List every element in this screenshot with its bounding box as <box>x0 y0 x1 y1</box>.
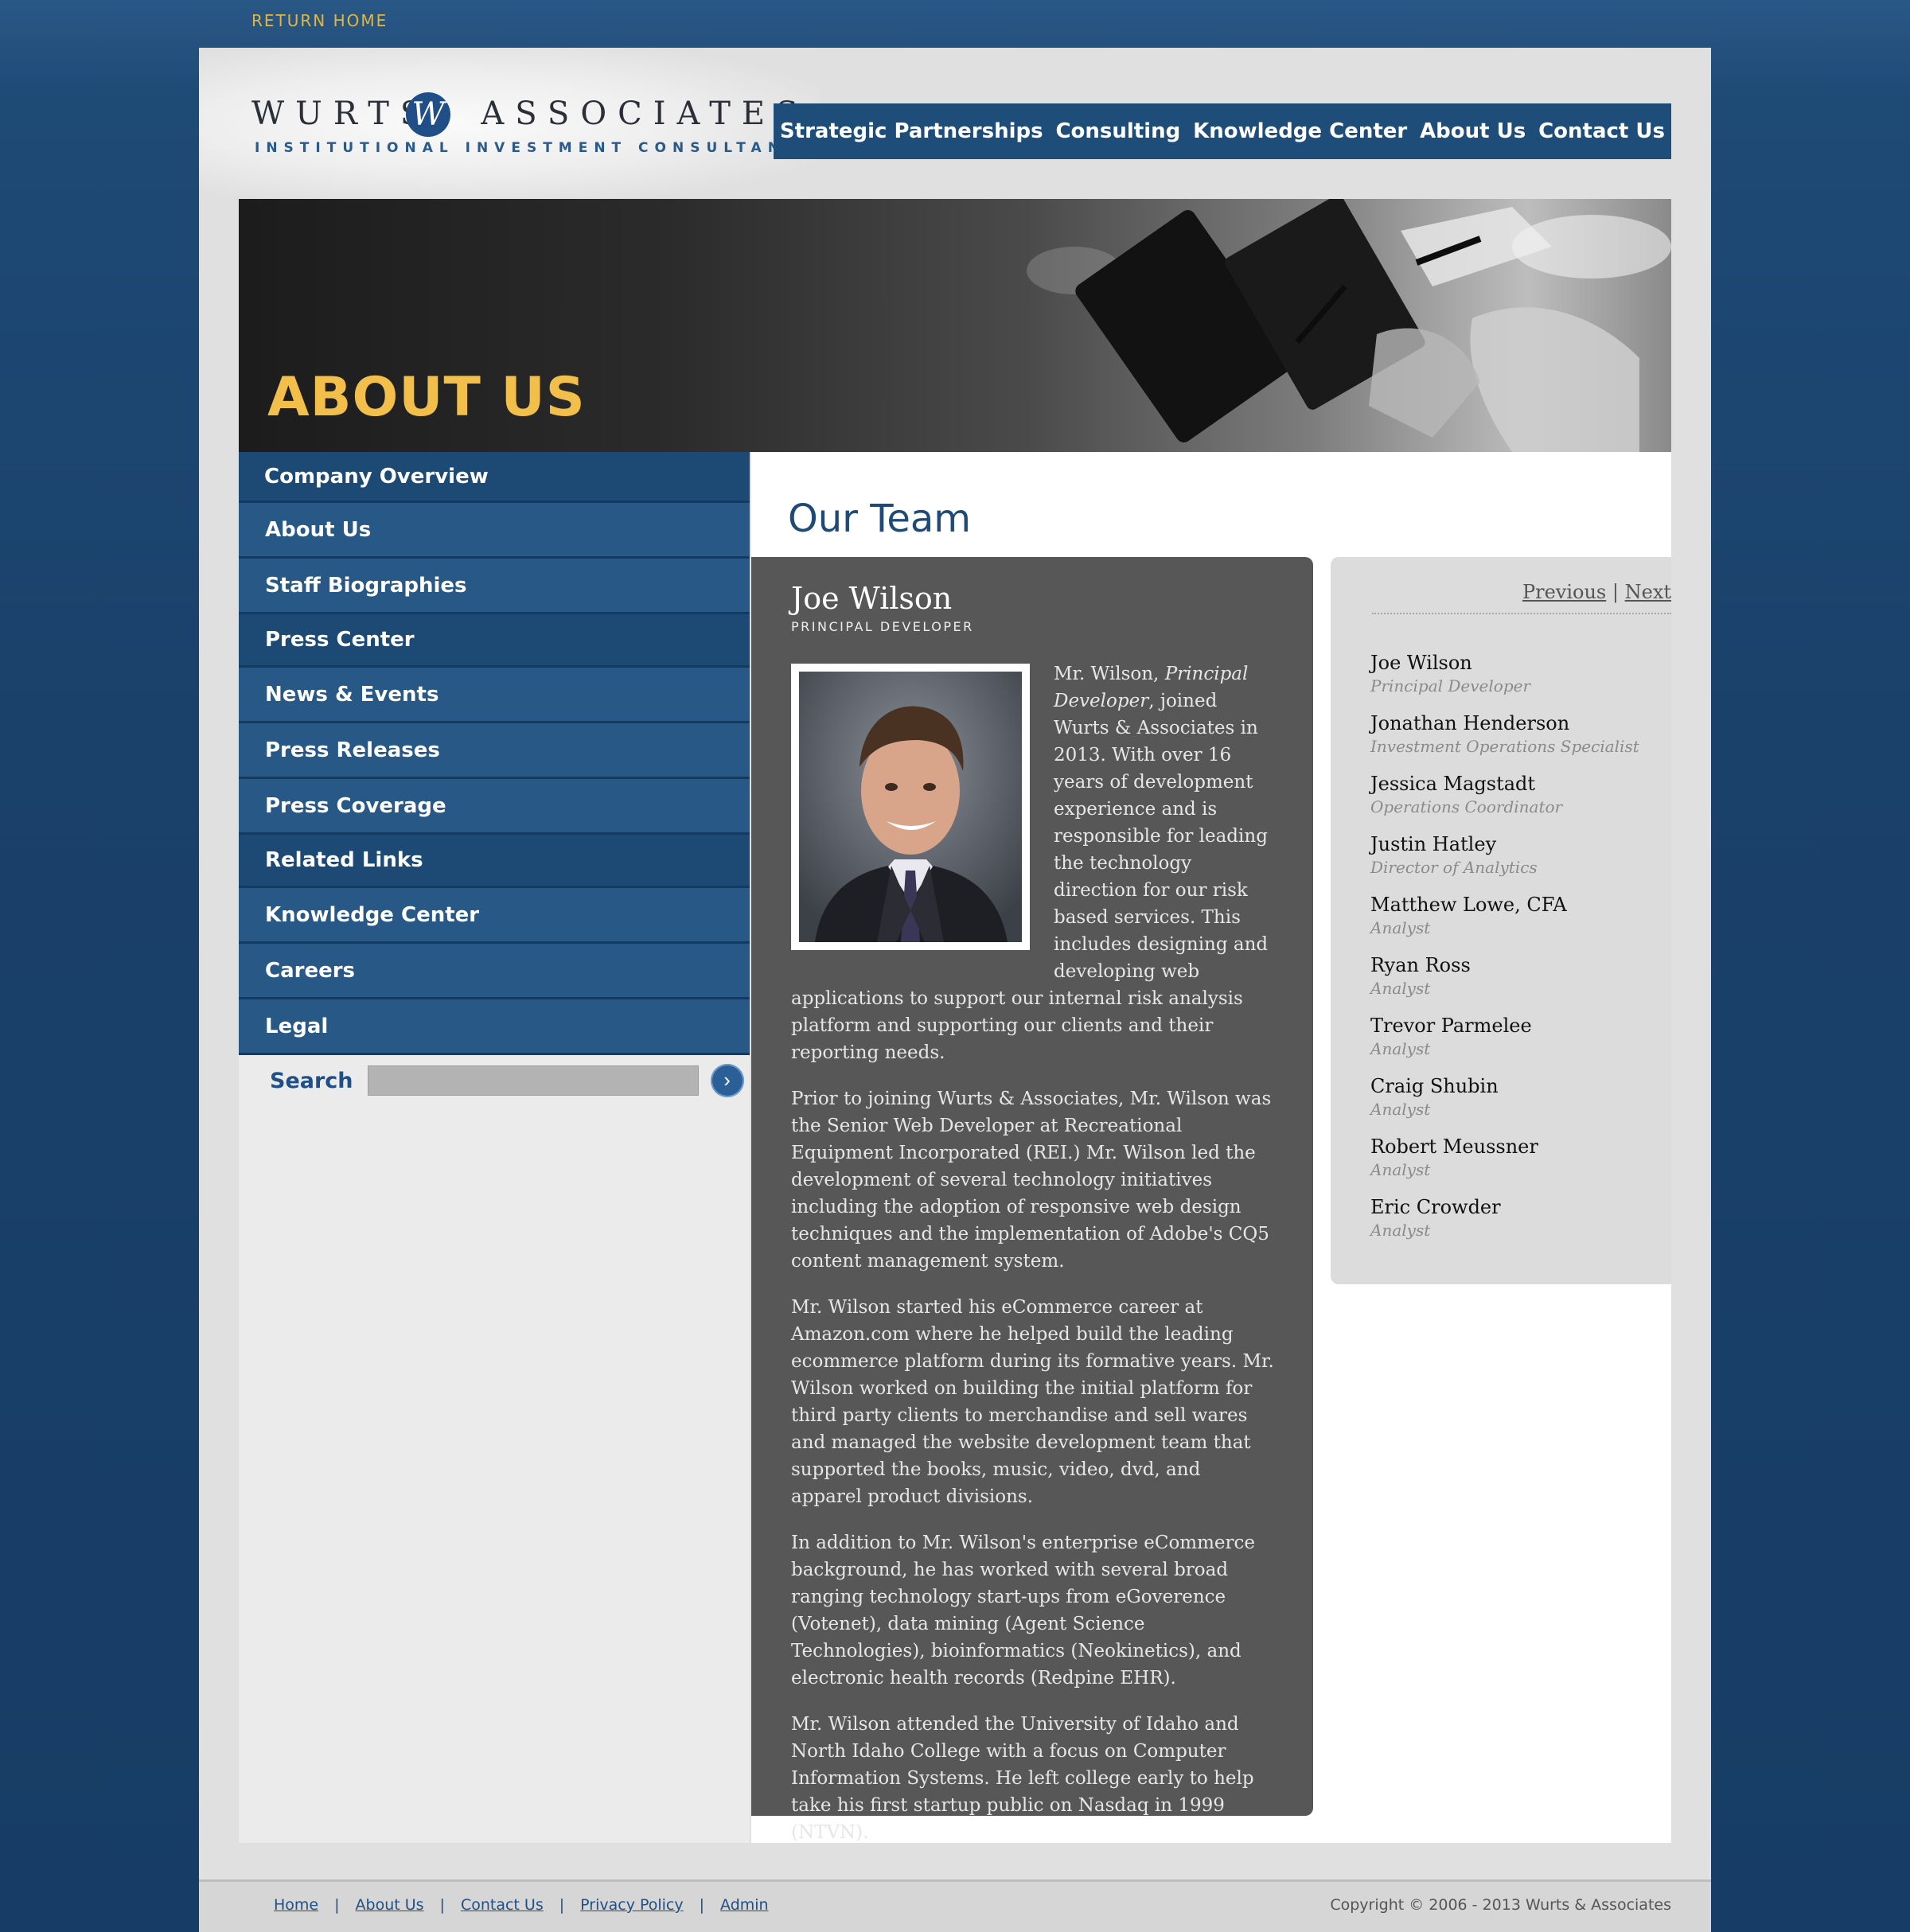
chevron-right-icon[interactable]: › <box>710 1064 744 1097</box>
team-member-role: Analyst <box>1370 1160 1431 1179</box>
page-title: Our Team <box>788 497 972 541</box>
bio-paragraph-4: In addition to Mr. Wilson's enterprise e… <box>791 1533 1256 1689</box>
sidebar-item-about-us[interactable]: About Us <box>239 503 750 559</box>
nav-contact-us[interactable]: Contact Us <box>1538 119 1665 143</box>
sidebar: Company Overview About Us Staff Biograph… <box>239 452 750 1843</box>
team-member-name: Eric Crowder <box>1370 1196 1501 1218</box>
footer: Home | About Us | Contact Us | Privacy Policy |… <box>199 1879 1711 1932</box>
sidebar-item-legal[interactable]: Legal <box>239 999 750 1055</box>
sidebar-item-careers[interactable]: Careers <box>239 944 750 999</box>
hero-banner: ABOUT US <box>239 199 1671 452</box>
footer-copyright: Copyright © 2006 - 2013 Wurts & Associat… <box>1330 1896 1671 1914</box>
team-member-name: Craig Shubin <box>1370 1075 1499 1097</box>
team-member-role: Investment Operations Specialist <box>1370 737 1639 756</box>
main-content: Our Team Joe Wilson PRINCIPAL DEVELOPER … <box>751 452 1671 1843</box>
logo-wordmark: WURTS ASSOCIATES <box>251 95 809 132</box>
team-member[interactable]: Matthew Lowe, CFA Analyst <box>1370 893 1639 953</box>
bio-name: Joe Wilson <box>791 581 953 616</box>
team-member[interactable]: Justin Hatley Director of Analytics <box>1370 832 1639 893</box>
footer-separator: | <box>334 1896 340 1914</box>
return-home-link[interactable]: RETURN HOME <box>251 11 388 30</box>
sidebar-nav: Company Overview About Us Staff Biograph… <box>239 452 750 1055</box>
team-member-name: Joe Wilson <box>1370 652 1472 674</box>
team-member[interactable]: Ryan Ross Analyst <box>1370 953 1639 1014</box>
team-member-role: Analyst <box>1370 1100 1431 1119</box>
page-container: WURTS ASSOCIATES W INSTITUTIONAL INVESTME… <box>199 48 1711 1932</box>
sidebar-item-knowledge-center[interactable]: Knowledge Center <box>239 888 750 944</box>
team-member[interactable]: Robert Meussner Analyst <box>1370 1135 1639 1195</box>
sidebar-item-press-releases[interactable]: Press Releases <box>239 723 750 779</box>
logo-subtitle: INSTITUTIONAL INVESTMENT CONSULTANTS <box>255 140 817 156</box>
nav-knowledge-center[interactable]: Knowledge Center <box>1193 119 1407 143</box>
top-navigation: Strategic Partnerships Consulting Knowle… <box>774 103 1671 159</box>
team-member[interactable]: Trevor Parmelee Analyst <box>1370 1014 1639 1074</box>
bio-paragraph-2: Prior to joining Wurts & Associates, Mr.… <box>791 1089 1272 1272</box>
nav-strategic-partnerships[interactable]: Strategic Partnerships <box>780 119 1043 143</box>
team-pager: Previous | Next <box>1372 581 1671 614</box>
sidebar-item-news-events[interactable]: News & Events <box>239 668 750 723</box>
team-member[interactable]: Eric Crowder Analyst <box>1370 1195 1639 1256</box>
sidebar-item-press-center[interactable]: Press Center <box>239 614 750 668</box>
sidebar-item-company-overview[interactable]: Company Overview <box>239 452 750 503</box>
previous-link[interactable]: Previous <box>1522 581 1606 603</box>
footer-link-contact-us[interactable]: Contact Us <box>445 1896 559 1914</box>
sidebar-item-staff-biographies[interactable]: Staff Biographies <box>239 559 750 614</box>
team-member-role: Analyst <box>1370 1221 1431 1240</box>
logo-word-right: ASSOCIATES <box>481 95 809 132</box>
next-link[interactable]: Next <box>1625 581 1671 603</box>
team-member-name: Robert Meussner <box>1370 1135 1538 1158</box>
team-member-name: Ryan Ross <box>1370 954 1471 976</box>
team-member-role: Operations Coordinator <box>1370 797 1563 816</box>
team-member[interactable]: Joe Wilson Principal Developer <box>1370 651 1639 711</box>
bio-paragraph-3: Mr. Wilson started his eCommerce career … <box>791 1297 1274 1507</box>
sidebar-search: Search › <box>239 1057 750 1104</box>
search-input[interactable] <box>367 1065 699 1096</box>
nav-consulting[interactable]: Consulting <box>1055 119 1180 143</box>
team-member-name: Matthew Lowe, CFA <box>1370 894 1567 916</box>
team-member-role: Analyst <box>1370 918 1431 937</box>
sidebar-item-press-coverage[interactable]: Press Coverage <box>239 779 750 835</box>
team-list: Joe Wilson Principal Developer Jonathan H… <box>1370 651 1639 1256</box>
team-member-name: Justin Hatley <box>1370 833 1497 855</box>
team-member-name: Jonathan Henderson <box>1370 712 1570 734</box>
team-member-name: Jessica Magstadt <box>1370 773 1536 795</box>
team-member-role: Analyst <box>1370 1039 1431 1058</box>
team-member-role: Analyst <box>1370 979 1431 998</box>
bio-paragraph-5: Mr. Wilson attended the University of Id… <box>791 1714 1254 1843</box>
bio-role: PRINCIPAL DEVELOPER <box>791 619 974 634</box>
team-member[interactable]: Jonathan Henderson Investment Operations … <box>1370 711 1639 772</box>
team-member[interactable]: Jessica Magstadt Operations Coordinator <box>1370 772 1639 832</box>
team-member-name: Trevor Parmelee <box>1370 1015 1532 1037</box>
search-label: Search <box>270 1068 353 1093</box>
bio-portrait-photo <box>791 664 1030 950</box>
footer-link-admin[interactable]: Admin <box>704 1896 785 1914</box>
team-member-role: Director of Analytics <box>1370 858 1538 877</box>
company-logo[interactable]: WURTS ASSOCIATES W INSTITUTIONAL INVESTME… <box>251 92 811 207</box>
team-panel: Previous | Next Joe Wilson Principal Deve… <box>1331 557 1671 1284</box>
footer-links: Home | About Us | Contact Us | Privacy Policy |… <box>258 1896 785 1914</box>
footer-separator: | <box>439 1896 445 1914</box>
bio-card: Joe Wilson PRINCIPAL DEVELOPER Mr. Wilso… <box>751 557 1313 1843</box>
sidebar-item-related-links[interactable]: Related Links <box>239 835 750 888</box>
footer-link-home[interactable]: Home <box>258 1896 334 1914</box>
footer-link-about-us[interactable]: About Us <box>340 1896 440 1914</box>
nav-about-us[interactable]: About Us <box>1420 119 1526 143</box>
logo-w-mark-icon: W <box>406 92 450 137</box>
pager-separator: | <box>1612 581 1619 603</box>
footer-link-privacy-policy[interactable]: Privacy Policy <box>564 1896 699 1914</box>
team-member[interactable]: Craig Shubin Analyst <box>1370 1074 1639 1135</box>
team-member-role: Principal Developer <box>1370 676 1531 695</box>
banner-title: ABOUT US <box>267 366 586 429</box>
